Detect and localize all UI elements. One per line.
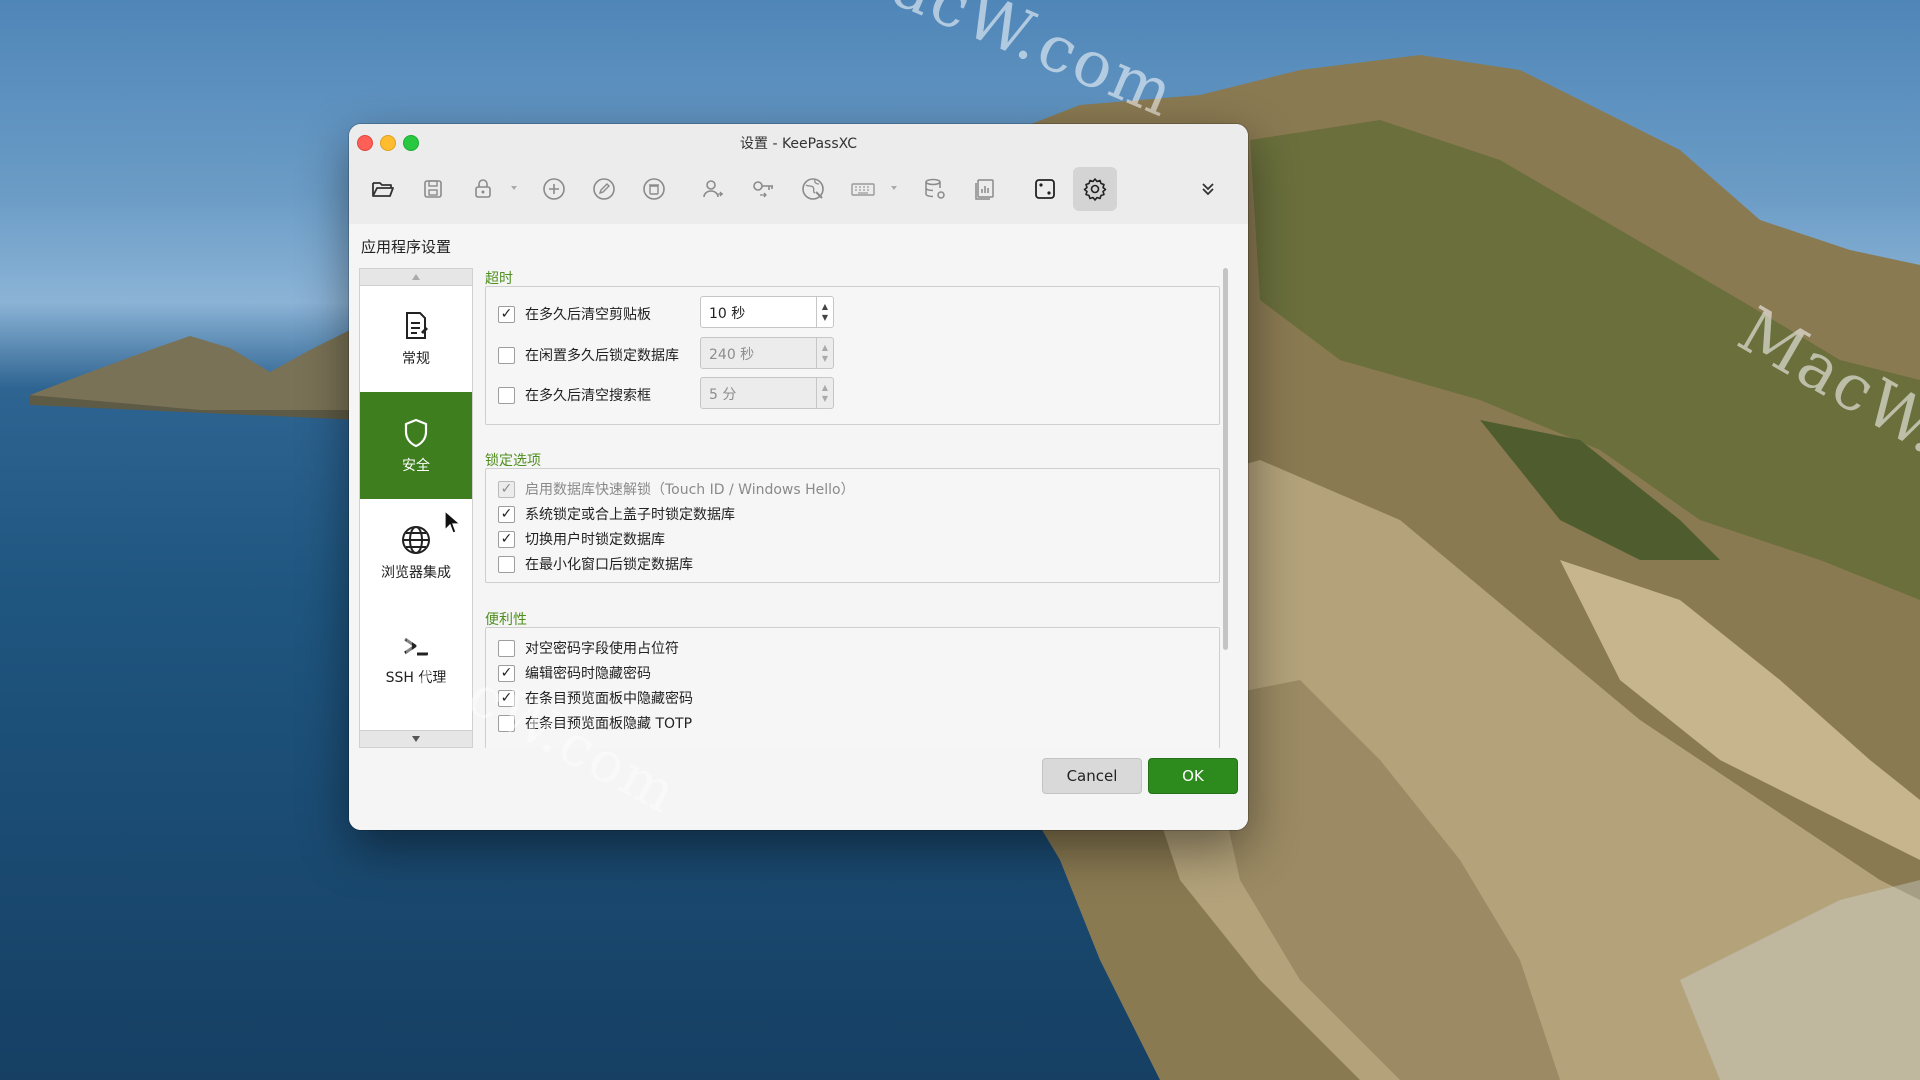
password-generator-icon (1035, 179, 1055, 199)
sidebar-item-general[interactable]: 常规 (360, 285, 472, 392)
lock-menu-chevron-icon[interactable] (509, 183, 519, 193)
settings-content: 应用程序设置 常规 安全 浏览器集成 SSH 代理 超时 ✓ 在多久后清空剪贴板… (349, 224, 1248, 830)
application-settings-button[interactable] (1073, 167, 1117, 211)
open-url-button[interactable] (791, 167, 835, 211)
copy-password-icon (753, 181, 773, 198)
clear-search-label: 在多久后清空搜索框 (525, 388, 651, 404)
cancel-button[interactable]: Cancel (1042, 758, 1142, 794)
clear-clipboard-spinbox[interactable]: 10 秒 ▲ ▼ (700, 296, 834, 328)
folder-open-icon (372, 182, 394, 197)
delete-entry-icon (643, 178, 665, 200)
triangle-down-icon (412, 736, 420, 742)
add-entry-icon (543, 178, 565, 200)
edit-entry-button[interactable] (582, 167, 626, 211)
general-document-icon (406, 311, 428, 339)
lock-on-user-switch-checkbox[interactable]: ✓ (498, 530, 515, 548)
lock-on-minimize-label: 在最小化窗口后锁定数据库 (525, 557, 693, 573)
spinbox-arrows-icon[interactable]: ▲ ▼ (816, 378, 833, 408)
hide-password-editing-label: 编辑密码时隐藏密码 (525, 666, 651, 682)
lock-on-user-switch-row: ✓ 切换用户时锁定数据库 (498, 529, 665, 549)
empty-password-placeholder-label: 对空密码字段使用占位符 (525, 641, 679, 657)
lock-on-system-lock-checkbox[interactable]: ✓ (498, 505, 515, 523)
open-database-button[interactable] (361, 167, 405, 211)
category-scroll-up-button[interactable] (360, 269, 472, 286)
autotype-button[interactable] (841, 167, 885, 211)
spinbox-arrows-icon[interactable]: ▲ ▼ (816, 338, 833, 368)
lock-options-group: ✓ 启用数据库快速解锁（Touch ID / Windows Hello） ✓ … (485, 468, 1220, 583)
panel-scrollbar[interactable] (1223, 268, 1228, 650)
reports-icon (975, 179, 994, 200)
autotype-menu-chevron-icon[interactable] (889, 183, 899, 193)
ok-button[interactable]: OK (1148, 758, 1238, 794)
section-title-lock-options: 锁定选项 (485, 453, 541, 469)
lock-after-idle-checkbox[interactable] (498, 346, 515, 364)
reports-button[interactable] (963, 167, 1007, 211)
clear-search-checkbox[interactable] (498, 386, 515, 404)
lock-on-minimize-row: 在最小化窗口后锁定数据库 (498, 554, 693, 574)
sidebar-item-label: 常规 (402, 350, 430, 367)
page-heading: 应用程序设置 (361, 238, 452, 256)
spinbox-value: 10 秒 (709, 306, 746, 322)
delete-entry-button[interactable] (632, 167, 676, 211)
clear-clipboard-row: ✓ 在多久后清空剪贴板 (498, 304, 651, 324)
lock-after-idle-row: 在闲置多久后锁定数据库 (498, 345, 679, 365)
clear-search-spinbox[interactable]: 5 分 ▲ ▼ (700, 377, 834, 409)
copy-password-button[interactable] (741, 167, 785, 211)
triangle-up-icon (412, 274, 420, 280)
clear-clipboard-checkbox[interactable]: ✓ (498, 305, 515, 323)
keyboard-autotype-icon (851, 183, 875, 196)
toolbar-overflow-button[interactable] (1193, 167, 1223, 211)
quick-unlock-checkbox[interactable]: ✓ (498, 480, 515, 498)
add-entry-button[interactable] (532, 167, 576, 211)
password-generator-button[interactable] (1023, 167, 1067, 211)
database-settings-button[interactable] (913, 167, 957, 211)
overflow-chevron-icon (1202, 183, 1214, 196)
lock-database-button[interactable] (461, 167, 505, 211)
clear-clipboard-label: 在多久后清空剪贴板 (525, 307, 651, 323)
shield-icon (404, 418, 428, 447)
section-title-timeout: 超时 (485, 271, 513, 287)
globe-icon (402, 525, 430, 554)
lock-on-user-switch-label: 切换用户时锁定数据库 (525, 532, 665, 548)
spinbox-value: 5 分 (709, 387, 737, 403)
lock-after-idle-label: 在闲置多久后锁定数据库 (525, 348, 679, 364)
sidebar-item-label: 安全 (402, 457, 430, 474)
window-title: 设置 - KeePassXC (740, 136, 857, 152)
database-settings-icon (925, 178, 945, 199)
lock-icon (475, 179, 491, 198)
timeout-group: ✓ 在多久后清空剪贴板 10 秒 ▲ ▼ 在闲置多久后锁定数据库 240 秒 ▲ ▼ (485, 286, 1220, 425)
settings-gear-icon (1083, 178, 1107, 201)
clear-search-row: 在多久后清空搜索框 (498, 385, 651, 405)
edit-entry-icon (593, 178, 615, 200)
open-url-icon (802, 178, 824, 200)
spinbox-value: 240 秒 (709, 347, 755, 363)
save-database-button[interactable] (411, 167, 455, 211)
spinbox-arrows-icon[interactable]: ▲ ▼ (816, 297, 833, 327)
security-settings-panel: 超时 ✓ 在多久后清空剪贴板 10 秒 ▲ ▼ 在闲置多久后锁定数据库 240 秒… (485, 268, 1248, 748)
quick-unlock-label: 启用数据库快速解锁（Touch ID / Windows Hello） (525, 482, 855, 498)
save-icon (424, 180, 442, 198)
quick-unlock-row: ✓ 启用数据库快速解锁（Touch ID / Windows Hello） (498, 479, 855, 499)
category-scroll-down-button[interactable] (360, 730, 472, 747)
section-title-convenience: 便利性 (485, 612, 527, 628)
title-bar: 设置 - KeePassXC (349, 124, 1248, 160)
lock-on-system-lock-row: ✓ 系统锁定或合上盖子时锁定数据库 (498, 504, 735, 524)
toolbar (349, 160, 1248, 225)
copy-username-icon (703, 180, 723, 198)
mouse-pointer-icon (444, 510, 462, 534)
sidebar-item-security[interactable]: 安全 (360, 392, 472, 499)
sidebar-item-label: 浏览器集成 (381, 564, 451, 581)
empty-password-placeholder-checkbox[interactable] (498, 639, 515, 657)
empty-password-placeholder-row: 对空密码字段使用占位符 (498, 638, 679, 658)
copy-username-button[interactable] (691, 167, 735, 211)
lock-on-system-lock-label: 系统锁定或合上盖子时锁定数据库 (525, 507, 735, 523)
lock-on-minimize-checkbox[interactable] (498, 555, 515, 573)
lock-after-idle-spinbox[interactable]: 240 秒 ▲ ▼ (700, 337, 834, 369)
